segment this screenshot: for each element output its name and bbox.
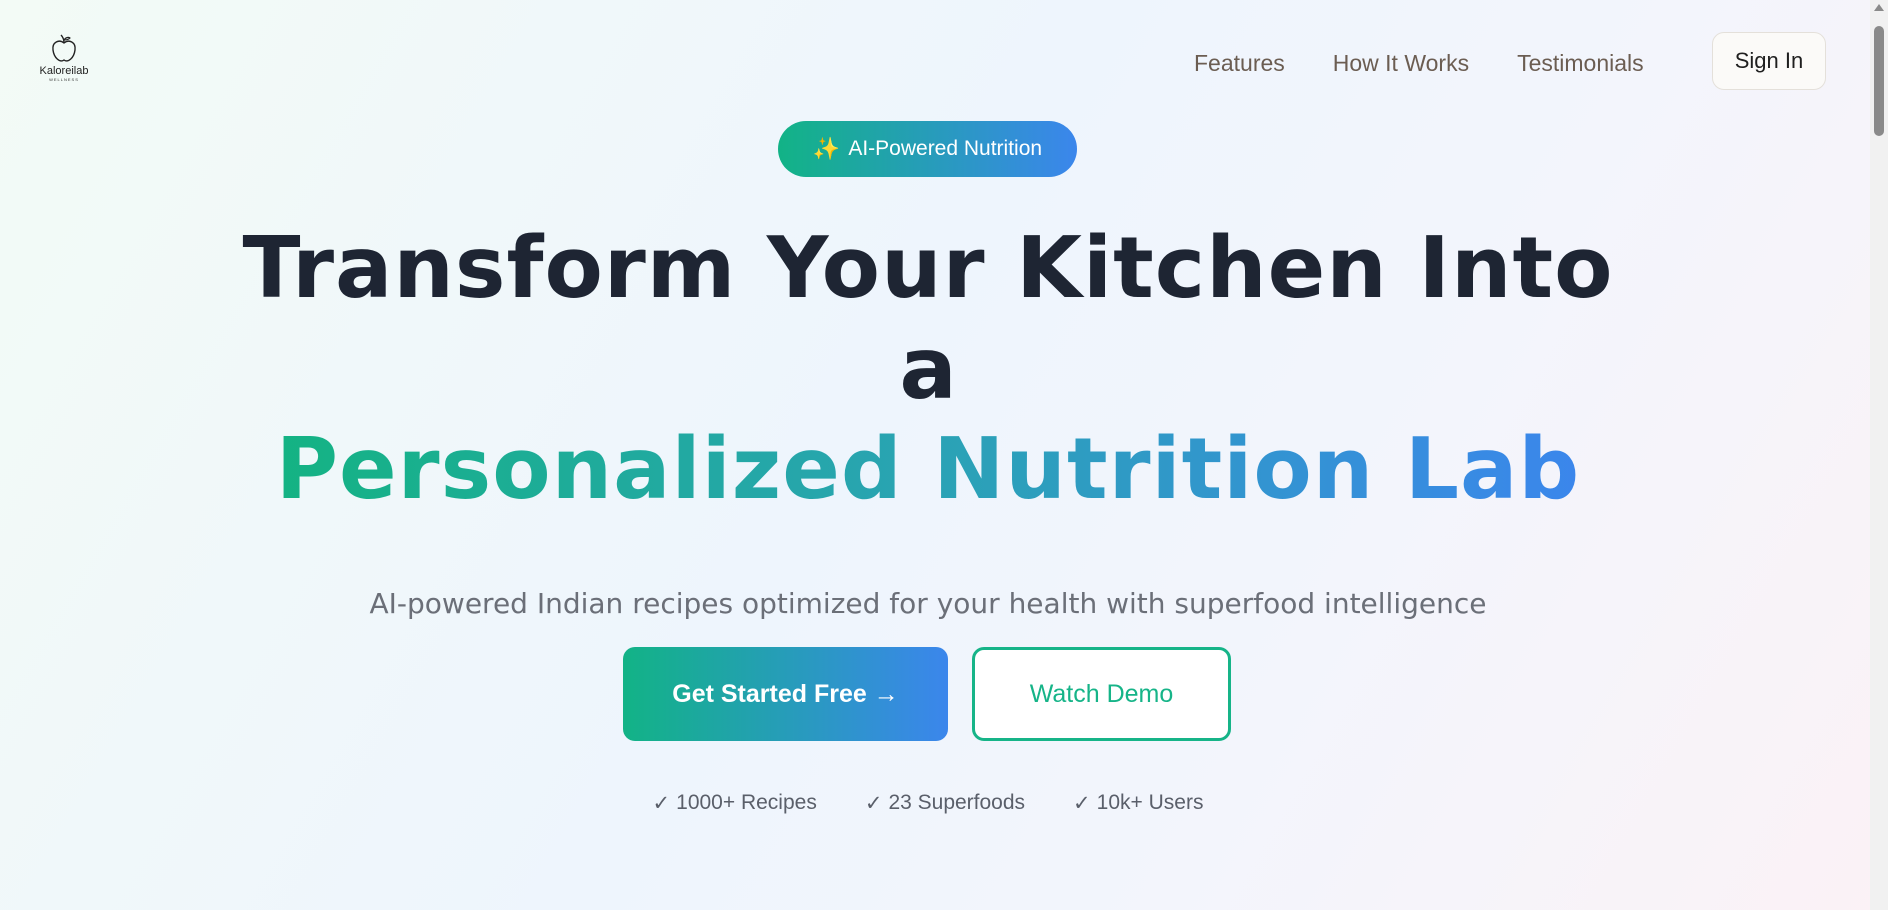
- watch-demo-button[interactable]: Watch Demo: [972, 647, 1231, 741]
- headline-line-3-wrap: Personalized Nutrition Lab: [0, 420, 1856, 520]
- nav-how-it-works[interactable]: How It Works: [1333, 48, 1469, 78]
- ai-badge: ✨ AI-Powered Nutrition: [778, 121, 1077, 177]
- sign-in-button[interactable]: Sign In: [1712, 32, 1826, 90]
- stat-users: ✓ 10k+ Users: [1073, 791, 1203, 816]
- sparkles-icon: ✨: [812, 136, 841, 161]
- hero-stats: ✓ 1000+ Recipes ✓ 23 Superfoods ✓ 10k+ U…: [0, 791, 1856, 816]
- check-icon: ✓: [1073, 792, 1091, 815]
- badge-label: AI-Powered Nutrition: [848, 137, 1043, 160]
- main-nav: Features How It Works Testimonials: [1194, 48, 1692, 78]
- headline-line-3: Personalized Nutrition Lab: [275, 420, 1581, 519]
- headline-line-1: Transform Your Kitchen Into: [242, 219, 1614, 318]
- scrollbar-thumb[interactable]: [1874, 26, 1884, 136]
- logo[interactable]: Kaloreilab WELLNESS: [34, 34, 94, 84]
- headline-line-2: a: [899, 320, 957, 419]
- stat-label: 10k+ Users: [1096, 791, 1204, 814]
- stat-superfoods: ✓ 23 Superfoods: [865, 791, 1025, 816]
- logo-brand: Kaloreilab: [39, 65, 89, 77]
- check-icon: ✓: [652, 792, 671, 815]
- check-icon: ✓: [864, 792, 883, 815]
- get-started-button[interactable]: Get Started Free →: [623, 647, 948, 741]
- nav-features[interactable]: Features: [1194, 48, 1285, 78]
- stat-recipes: ✓ 1000+ Recipes: [653, 791, 817, 816]
- nav-testimonials[interactable]: Testimonials: [1517, 48, 1644, 78]
- apple-icon: [52, 34, 76, 62]
- stat-label: 23 Superfoods: [888, 791, 1026, 814]
- logo-sub: WELLNESS: [49, 77, 79, 82]
- landing-page: Kaloreilab WELLNESS Features How It Work…: [0, 0, 1870, 910]
- page-scrollbar[interactable]: [1870, 0, 1888, 910]
- scroll-up-icon[interactable]: [1874, 4, 1884, 11]
- hero-subtitle: AI-powered Indian recipes optimized for …: [369, 587, 1487, 620]
- stat-label: 1000+ Recipes: [676, 791, 817, 814]
